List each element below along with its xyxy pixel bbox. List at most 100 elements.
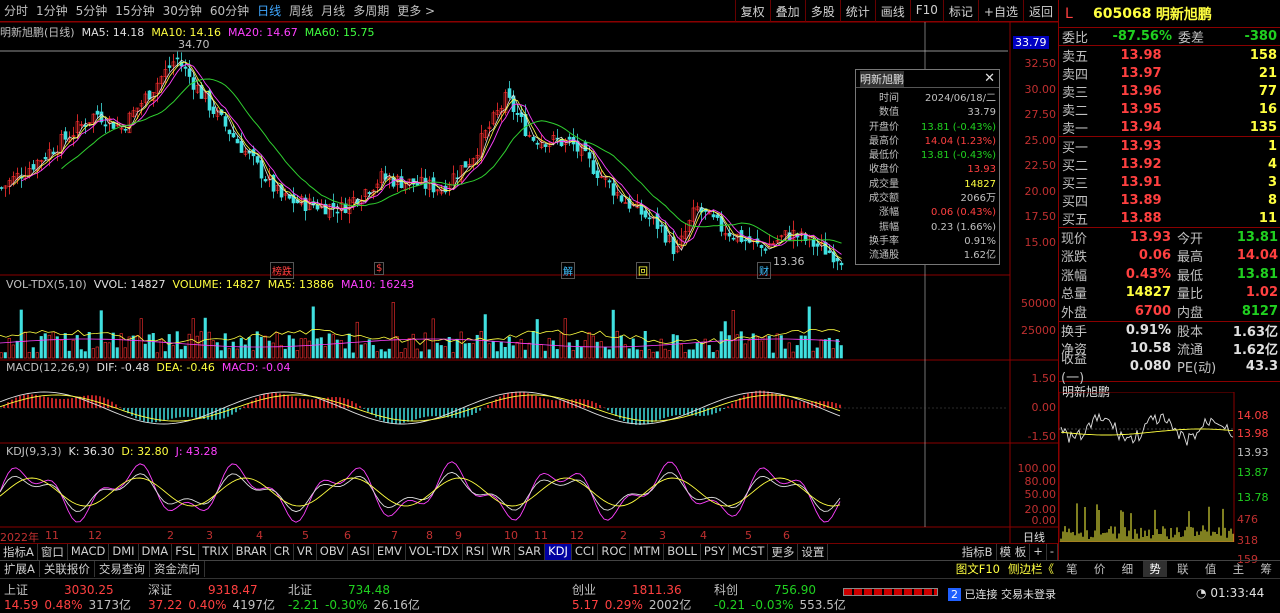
side-tab-6[interactable]: 主 (1227, 561, 1251, 577)
side-tab-2[interactable]: 细 (1116, 561, 1140, 577)
indicator-tab-16[interactable]: SAR (515, 544, 546, 560)
order-row[interactable]: 卖四 13.97 21 (1059, 64, 1280, 83)
info-value: 0.06 (0.43%) (930, 207, 996, 219)
indicator-tab-9[interactable]: VR (294, 544, 317, 560)
stat-key2: 量比 (1177, 287, 1204, 303)
indicator-tab-6[interactable]: TRIX (199, 544, 233, 560)
bar2-tab-1[interactable]: 关联报价 (40, 561, 95, 577)
indicator-tab-5[interactable]: FSL (172, 544, 200, 560)
quote-panel: L 605068 明新旭鹏 委比 -87.56% 委差 -380 卖五 13.98… (1058, 0, 1280, 566)
index-amount: 553.5亿 (799, 598, 846, 612)
side-tab-7[interactable]: 筹 (1254, 561, 1278, 577)
stat-value: 6700 (1134, 303, 1171, 319)
side-tab-0[interactable]: 笔 (1060, 561, 1084, 577)
vol-ma5-label: MA5: 13886 (267, 278, 335, 291)
template-tab-0[interactable]: 指标B (959, 544, 997, 560)
order-row[interactable]: 买五 13.88 11 (1059, 209, 1280, 228)
indicator-tab-22[interactable]: PSY (701, 544, 730, 560)
indicator-tab-24[interactable]: 更多 (768, 544, 799, 560)
indicator-tab-13[interactable]: VOL-TDX (406, 544, 463, 560)
kdj-legend: KDJ(9,3,3) K: 36.30 D: 32.80 J: 43.28 (6, 445, 218, 458)
close-icon[interactable]: ✕ (984, 71, 995, 86)
mini-y-tick: 13.93 (1237, 446, 1269, 459)
indicator-tab-19[interactable]: ROC (598, 544, 631, 560)
x-tick: 12 (570, 529, 584, 542)
indicator-tab-21[interactable]: BOLL (664, 544, 701, 560)
stat-value2: 14.04 (1236, 248, 1278, 264)
indicator-tab-4[interactable]: DMA (139, 544, 173, 560)
info-key: 换手率 (869, 235, 899, 247)
bar2-right-1[interactable]: 侧边栏《 (1004, 561, 1058, 577)
event-marker[interactable]: 榜跌 (270, 262, 294, 279)
order-row[interactable]: 买四 13.89 8 (1059, 191, 1280, 210)
indicator-tab-1[interactable]: 窗口 (38, 544, 68, 560)
bar2-right-0[interactable]: 图文F10 (952, 561, 1004, 577)
status-bar: 2 已连接 交易未登录 ◔ 01:33:44 上证 3030.25 14.59 0.4… (0, 578, 1280, 612)
order-row[interactable]: 卖一 13.94 135 (1059, 118, 1280, 137)
indicator-tab-17[interactable]: KDJ (545, 544, 572, 560)
order-level: 卖二 (1062, 103, 1089, 119)
index-name: 科创 (714, 583, 739, 597)
indicator-tab-15[interactable]: WR (488, 544, 515, 560)
info-value: 13.81 (-0.43%) (921, 121, 996, 133)
info-value: 13.81 (-0.43%) (921, 150, 996, 162)
side-tab-3[interactable]: 势 (1143, 561, 1167, 577)
order-row[interactable]: 买一 13.93 1 (1059, 137, 1280, 156)
order-row[interactable]: 买三 13.91 3 (1059, 173, 1280, 192)
order-level: 卖三 (1062, 85, 1089, 101)
infobox-title: 明新旭鹏 (860, 70, 904, 87)
indicator-tab-7[interactable]: BRAR (233, 544, 271, 560)
event-marker[interactable]: 解 (561, 262, 575, 279)
indicator-tab-14[interactable]: RSI (463, 544, 489, 560)
indicator-tab-18[interactable]: CCI (572, 544, 599, 560)
x-tick: 8 (426, 529, 433, 542)
index-chg: 14.59 (4, 598, 39, 612)
indicator-tab-2[interactable]: MACD (68, 544, 110, 560)
template-tab-2[interactable]: + (1030, 544, 1047, 560)
indicator-tab-25[interactable]: 设置 (798, 544, 829, 560)
dif-label: DIF: -0.48 (96, 361, 150, 374)
indicator-tab-20[interactable]: MTM (630, 544, 665, 560)
bar2-tab-3[interactable]: 资金流向 (150, 561, 205, 577)
indicator-tab-12[interactable]: EMV (374, 544, 406, 560)
clock-time: 01:33:44 (1210, 586, 1265, 600)
info-row: 流通股 1.62亿 (856, 249, 999, 263)
index-name: 创业 (572, 583, 597, 597)
stat-key2: 内盘 (1177, 305, 1204, 321)
side-tab-5[interactable]: 值 (1199, 561, 1223, 577)
order-level: 卖四 (1062, 67, 1089, 83)
info-value: 1.62亿 (963, 250, 996, 262)
quote-stats: 现价 13.93 今开 13.81 涨跌 0.06 最高 14.04 涨幅 0.43% 最低 13.8… (1059, 228, 1280, 386)
weicha-label: 委差 (1178, 31, 1205, 46)
index-amount: 4197亿 (232, 598, 276, 612)
indicator-tab-0[interactable]: 指标A (0, 544, 38, 560)
order-qty: 158 (1249, 47, 1277, 63)
order-row[interactable]: 卖五 13.98 158 (1059, 46, 1280, 65)
x-tick: 5 (745, 529, 752, 542)
indicator-tab-3[interactable]: DMI (109, 544, 139, 560)
event-marker[interactable]: $ (374, 262, 385, 275)
info-row: 振幅 0.23 (1.66%) (856, 221, 999, 235)
bar2-tab-0[interactable]: 扩展A (0, 561, 40, 577)
template-tab-3[interactable]: - (1047, 544, 1058, 560)
info-key: 收盘价 (869, 164, 899, 176)
d-label: D: 32.80 (121, 445, 169, 458)
side-tab-4[interactable]: 联 (1171, 561, 1195, 577)
order-row[interactable]: 买二 13.92 4 (1059, 155, 1280, 174)
bar2-tab-2[interactable]: 交易查询 (95, 561, 150, 577)
event-marker[interactable]: 财 (757, 262, 771, 279)
template-tab-1[interactable]: 模 板 (997, 544, 1031, 560)
indicator-tab-11[interactable]: ASI (348, 544, 374, 560)
order-row[interactable]: 卖三 13.96 77 (1059, 82, 1280, 101)
indicator-tab-10[interactable]: OBV (317, 544, 349, 560)
info-row: 涨幅 0.06 (0.43%) (856, 206, 999, 220)
indicator-tab-8[interactable]: CR (271, 544, 294, 560)
side-tab-1[interactable]: 价 (1088, 561, 1112, 577)
info-row: 开盘价 13.81 (-0.43%) (856, 121, 999, 135)
vvol-label: VVOL: 14827 (93, 278, 166, 291)
event-marker[interactable]: 回 (636, 262, 650, 279)
stat-value2: 8127 (1241, 303, 1278, 319)
indicator-tab-23[interactable]: MCST (729, 544, 769, 560)
order-row[interactable]: 卖二 13.95 16 (1059, 100, 1280, 119)
stat-key: 外盘 (1061, 305, 1088, 321)
